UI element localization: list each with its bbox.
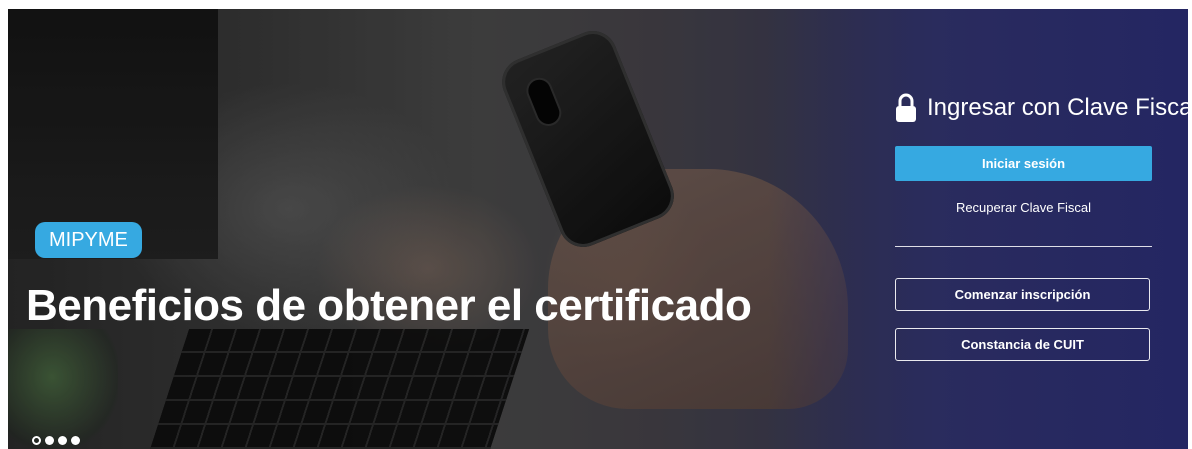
start-registration-button[interactable]: Comenzar inscripción: [895, 278, 1150, 311]
cuit-certificate-button[interactable]: Constancia de CUIT: [895, 328, 1150, 361]
hero-overlay: [8, 9, 1188, 449]
lock-icon: [895, 93, 917, 123]
recover-password-link[interactable]: Recuperar Clave Fiscal: [895, 200, 1152, 215]
hero-banner: MIPYME Beneficios de obtener el certific…: [8, 9, 1188, 449]
login-button[interactable]: Iniciar sesión: [895, 146, 1152, 181]
login-title: Ingresar con Clave Fiscal: [927, 94, 1192, 121]
carousel-dot-2[interactable]: [45, 436, 54, 445]
carousel-indicators: [32, 436, 80, 445]
carousel-dot-3[interactable]: [58, 436, 67, 445]
login-panel: Ingresar con Clave Fiscal Iniciar sesión…: [895, 88, 1192, 361]
carousel-dot-4[interactable]: [71, 436, 80, 445]
carousel-dot-1[interactable]: [32, 436, 41, 445]
login-heading: Ingresar con Clave Fiscal: [895, 88, 1192, 128]
hero-headline[interactable]: Beneficios de obtener el certificado: [26, 281, 752, 331]
divider: [895, 246, 1152, 247]
category-badge[interactable]: MIPYME: [35, 222, 142, 258]
